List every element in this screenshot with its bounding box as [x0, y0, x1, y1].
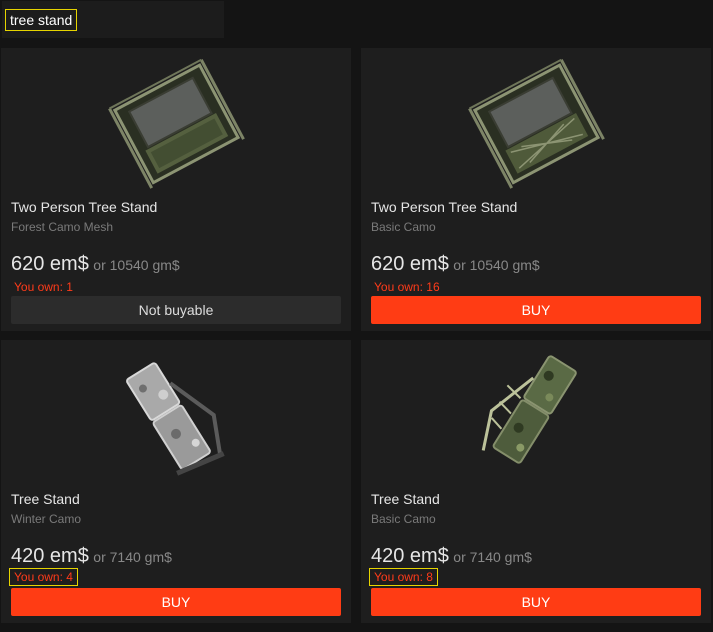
item-price: 420 em$ or 7140 gm$: [11, 545, 172, 568]
item-name: Two Person Tree Stand: [371, 199, 518, 215]
price-em: 420 em$: [371, 545, 449, 567]
price-gm: or 7140 gm$: [93, 549, 172, 565]
item-card[interactable]: Two Person Tree Stand Forest Camo Mesh 6…: [1, 48, 351, 331]
item-variant: Basic Camo: [371, 220, 436, 234]
item-grid: Two Person Tree Stand Forest Camo Mesh 6…: [0, 48, 713, 632]
owned-count: You own: 4: [9, 568, 78, 586]
item-card[interactable]: Tree Stand Basic Camo 420 em$ or 7140 gm…: [361, 340, 711, 623]
price-em: 420 em$: [11, 545, 89, 567]
owned-count: You own: 1: [14, 280, 73, 294]
item-card[interactable]: Tree Stand Winter Camo 420 em$ or 7140 g…: [1, 340, 351, 623]
item-price: 420 em$ or 7140 gm$: [371, 545, 532, 568]
owned-count: You own: 16: [374, 280, 440, 294]
buy-button[interactable]: BUY: [371, 296, 701, 324]
price-em: 620 em$: [371, 253, 449, 275]
item-variant: Winter Camo: [11, 512, 82, 526]
two-person-tree-stand-image: [456, 53, 616, 193]
search-input[interactable]: tree stand: [2, 1, 224, 38]
item-name: Tree Stand: [11, 491, 80, 507]
tree-stand-image: [96, 345, 256, 485]
buy-button[interactable]: BUY: [371, 588, 701, 616]
item-name: Two Person Tree Stand: [11, 199, 158, 215]
item-variant: Basic Camo: [371, 512, 436, 526]
item-variant: Forest Camo Mesh: [11, 220, 114, 234]
not-buyable-button: Not buyable: [11, 296, 341, 324]
search-query[interactable]: tree stand: [5, 9, 78, 31]
tree-stand-image: [456, 345, 616, 485]
top-bar: tree stand: [0, 0, 713, 42]
price-gm: or 10540 gm$: [93, 257, 180, 273]
owned-count: You own: 8: [369, 568, 438, 586]
buy-button[interactable]: BUY: [11, 588, 341, 616]
price-em: 620 em$: [11, 253, 89, 275]
two-person-tree-stand-image: [96, 53, 256, 193]
price-gm: or 10540 gm$: [453, 257, 540, 273]
price-gm: or 7140 gm$: [453, 549, 532, 565]
item-price: 620 em$ or 10540 gm$: [371, 253, 540, 276]
item-name: Tree Stand: [371, 491, 440, 507]
item-card[interactable]: Two Person Tree Stand Basic Camo 620 em$…: [361, 48, 711, 331]
item-price: 620 em$ or 10540 gm$: [11, 253, 180, 276]
